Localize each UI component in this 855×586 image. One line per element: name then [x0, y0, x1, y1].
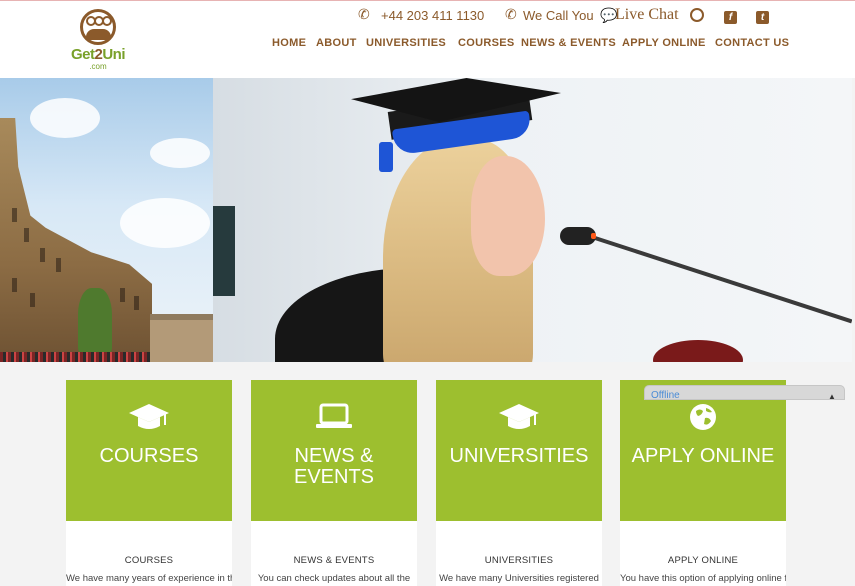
site-header: Get2Uni .com ✆ +44 203 411 1130 ✆ We Cal…	[0, 0, 855, 78]
nav-home[interactable]: HOME	[272, 37, 306, 49]
graduation-cap-icon	[66, 402, 232, 437]
nav-about[interactable]: ABOUT	[316, 37, 357, 49]
nav-contact-us[interactable]: CONTACT US	[715, 37, 789, 49]
phone-icon: ✆	[505, 6, 517, 22]
live-chat-link[interactable]: Live Chat	[615, 6, 679, 24]
we-call-you-link[interactable]: We Call You	[523, 8, 594, 23]
card-subtitle: NEWS & EVENTS	[293, 555, 375, 566]
card-courses[interactable]: COURSES COURSES We have many years of ex…	[66, 380, 232, 586]
twitter-icon[interactable]: t	[756, 8, 769, 24]
card-description: We have many Universities registered	[439, 573, 599, 584]
card-news-events[interactable]: NEWS & EVENTS NEWS & EVENTS You can check…	[251, 380, 417, 586]
laptop-icon	[251, 402, 417, 437]
nav-apply-online[interactable]: APPLY ONLINE	[622, 37, 706, 49]
card-apply-online[interactable]: APPLY ONLINE APPLY ONLINE You have this …	[620, 380, 786, 586]
logo-domain: .com	[89, 62, 107, 71]
whatsapp-icon[interactable]	[690, 8, 704, 25]
card-description: We have many years of experience in this	[66, 573, 232, 584]
card-title: UNIVERSITIES	[449, 445, 589, 467]
phone-number-link[interactable]: +44 203 411 1130	[381, 8, 484, 23]
card-subtitle: COURSES	[124, 555, 174, 566]
card-description: You have this option of applying online …	[620, 573, 786, 584]
card-subtitle: UNIVERSITIES	[484, 555, 554, 566]
card-description: You can check updates about all the	[257, 573, 411, 584]
hero-banner	[0, 78, 852, 362]
graduate-speaking-image	[213, 78, 852, 362]
card-universities[interactable]: UNIVERSITIES UNIVERSITIES We have many U…	[436, 380, 602, 586]
card-title: NEWS & EVENTS	[293, 445, 375, 488]
phone-icon: ✆	[358, 6, 370, 22]
nav-courses[interactable]: COURSES	[458, 37, 515, 49]
university-building-image	[0, 78, 213, 362]
globe-icon	[620, 402, 786, 437]
nav-news-events[interactable]: NEWS & EVENTS	[521, 37, 616, 49]
contact-bar: ✆ +44 203 411 1130 ✆ We Call You 💬 Live …	[0, 6, 855, 26]
facebook-icon[interactable]: f	[724, 8, 737, 24]
main-nav: HOME ABOUT UNIVERSITIES COURSES NEWS & E…	[0, 37, 855, 51]
card-subtitle: APPLY ONLINE	[667, 555, 739, 566]
nav-universities[interactable]: UNIVERSITIES	[366, 37, 446, 49]
card-title: COURSES	[99, 445, 199, 467]
chat-status-label: Offline	[651, 390, 680, 400]
chevron-up-icon[interactable]: ▲	[828, 392, 836, 399]
card-title: APPLY ONLINE	[631, 445, 775, 467]
graduation-cap-icon	[436, 402, 602, 437]
offline-chat-widget[interactable]: Offline ▲	[644, 385, 845, 400]
